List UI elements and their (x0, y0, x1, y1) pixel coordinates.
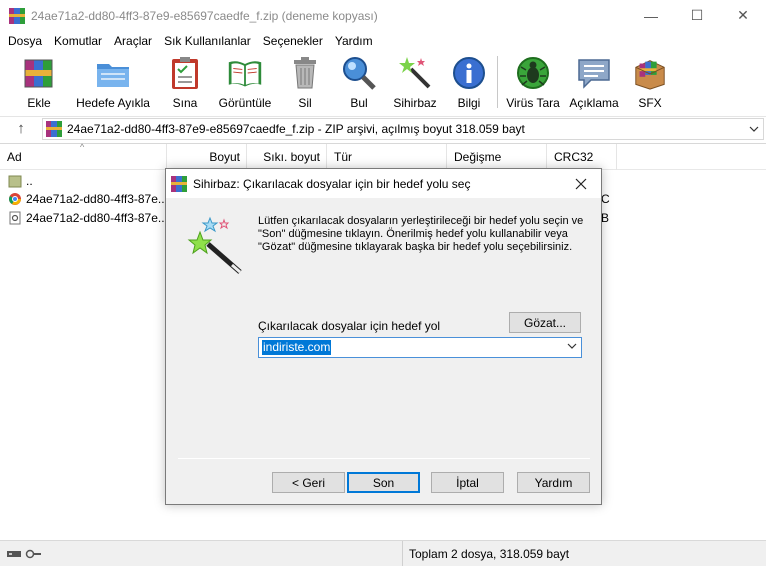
destination-label: Çıkarılacak dosyalar için hedef yol (258, 319, 441, 333)
menu-secenekler[interactable]: Seçenekler (257, 34, 329, 48)
window-titlebar: 24ae71a2-dd80-4ff3-87e9-e85697caedfe_f.z… (0, 0, 766, 31)
comment-button-label: Açıklama (569, 96, 619, 110)
view-button-label: Görüntüle (218, 96, 272, 110)
virus-scan-icon (515, 55, 551, 91)
up-folder-button[interactable]: ↑ (0, 117, 42, 141)
wizard-button[interactable]: Sihirbaz (384, 51, 446, 114)
menu-dosya[interactable]: Dosya (2, 34, 48, 48)
delete-button[interactable]: Sil (276, 51, 334, 114)
add-button-label: Ekle (27, 96, 51, 110)
magnifier-icon (341, 55, 377, 91)
crc-cell-partial: B (601, 211, 610, 225)
virus-scan-button-label: Virüs Tara (506, 96, 560, 110)
path-combo[interactable]: 24ae71a2-dd80-4ff3-87e9-e85697caedfe_f.z… (42, 117, 764, 140)
file-row[interactable]: 24ae71a2-dd80-4ff3-87e... (0, 208, 167, 228)
test-button-label: Sına (172, 96, 198, 110)
view-button[interactable]: Görüntüle (214, 51, 276, 114)
status-icons (0, 549, 50, 559)
delete-button-label: Sil (298, 96, 312, 110)
back-button[interactable]: < Geri (272, 472, 345, 493)
file-row-parent[interactable]: .. (0, 171, 167, 191)
archive-icon (46, 120, 62, 137)
chrome-file-icon (9, 193, 21, 205)
cancel-button[interactable]: İptal (431, 472, 504, 493)
column-type[interactable]: Tür (327, 144, 447, 170)
column-size[interactable]: Boyut (167, 144, 247, 170)
column-headers: Ad ^ Boyut Sıkı. boyut Tür Değişme CRC32 (0, 142, 766, 170)
virus-scan-button[interactable]: Virüs Tara (503, 51, 563, 114)
sfx-box-icon (632, 55, 668, 91)
wizard-wand-icon (187, 216, 242, 274)
wizard-dialog: Sihirbaz: Çıkarılacak dosyalar için bir … (165, 168, 602, 505)
dialog-titlebar: Sihirbaz: Çıkarılacak dosyalar için bir … (166, 169, 601, 198)
finish-button[interactable]: Son (347, 472, 420, 493)
sfx-button[interactable]: SFX (625, 51, 675, 114)
path-text: 24ae71a2-dd80-4ff3-87e9-e85697caedfe_f.z… (67, 121, 525, 136)
parent-folder-icon (8, 175, 22, 188)
file-name: 24ae71a2-dd80-4ff3-87e... (26, 211, 167, 225)
dialog-title: Sihirbaz: Çıkarılacak dosyalar için bir … (193, 176, 471, 191)
add-archive-icon (21, 55, 57, 91)
extract-to-button[interactable]: Hedefe Ayıkla (70, 51, 156, 114)
window-title: 24ae71a2-dd80-4ff3-87e9-e85697caedfe_f.z… (31, 8, 378, 23)
extract-to-button-label: Hedefe Ayıkla (76, 96, 150, 110)
minimize-button[interactable]: — (628, 0, 674, 31)
status-bar: Toplam 2 dosya, 318.059 bayt (0, 540, 766, 566)
view-book-icon (227, 55, 263, 91)
toolbar-separator (497, 56, 498, 108)
close-button[interactable]: ✕ (720, 0, 766, 31)
comment-icon (576, 55, 612, 91)
extract-folder-icon (95, 55, 131, 91)
sort-ascending-icon: ^ (80, 142, 85, 152)
find-button[interactable]: Bul (334, 51, 384, 114)
wizard-wand-icon (397, 55, 433, 91)
address-bar: ↑ 24ae71a2-dd80-4ff3-87e9-e85697caedfe_f… (0, 116, 766, 140)
winrar-app-icon (171, 175, 187, 192)
info-icon (451, 55, 487, 91)
dialog-close-button[interactable] (561, 169, 601, 198)
destination-combo[interactable]: indiriste.com (258, 337, 582, 358)
test-clipboard-icon (167, 55, 203, 91)
toolbar: Ekle Hedefe Ayıkla Sına Görüntüle Sil Bu… (0, 51, 766, 114)
maximize-button[interactable]: ☐ (674, 0, 720, 31)
menu-araclar[interactable]: Araçlar (108, 34, 158, 48)
menubar: Dosya Komutlar Araçlar Sık Kullanılanlar… (0, 31, 766, 51)
trash-icon (287, 55, 323, 91)
add-button[interactable]: Ekle (8, 51, 70, 114)
crc-cell-partial: C (601, 192, 610, 206)
chevron-down-icon[interactable] (567, 343, 577, 349)
destination-value[interactable]: indiriste.com (262, 340, 332, 355)
file-row[interactable]: 24ae71a2-dd80-4ff3-87e... (0, 189, 167, 209)
find-button-label: Bul (350, 96, 368, 110)
column-packed-size[interactable]: Sıkı. boyut (247, 144, 327, 170)
browse-button[interactable]: Gözat... (509, 312, 581, 333)
chevron-down-icon[interactable] (745, 126, 763, 132)
close-icon (575, 178, 587, 189)
dialog-description: Lütfen çıkarılacak dosyaların yerleştiri… (258, 215, 584, 253)
settings-file-icon (9, 211, 21, 225)
drive-key-icon[interactable] (6, 549, 42, 559)
column-crc32[interactable]: CRC32 (547, 144, 617, 170)
info-button-label: Bilgi (457, 96, 481, 110)
help-button[interactable]: Yardım (517, 472, 590, 493)
menu-sik-kullanilanlar[interactable]: Sık Kullanılanlar (158, 34, 257, 48)
file-name: 24ae71a2-dd80-4ff3-87e... (26, 192, 167, 206)
sfx-button-label: SFX (638, 96, 662, 110)
winrar-app-icon (9, 7, 25, 24)
menu-komutlar[interactable]: Komutlar (48, 34, 108, 48)
dialog-separator (178, 458, 590, 459)
comment-button[interactable]: Açıklama (563, 51, 625, 114)
info-button[interactable]: Bilgi (446, 51, 492, 114)
status-summary: Toplam 2 dosya, 318.059 bayt (402, 541, 569, 566)
column-modified[interactable]: Değişme (447, 144, 547, 170)
file-name: .. (26, 174, 33, 188)
menu-yardim[interactable]: Yardım (329, 34, 379, 48)
wizard-button-label: Sihirbaz (393, 96, 437, 110)
test-button[interactable]: Sına (156, 51, 214, 114)
